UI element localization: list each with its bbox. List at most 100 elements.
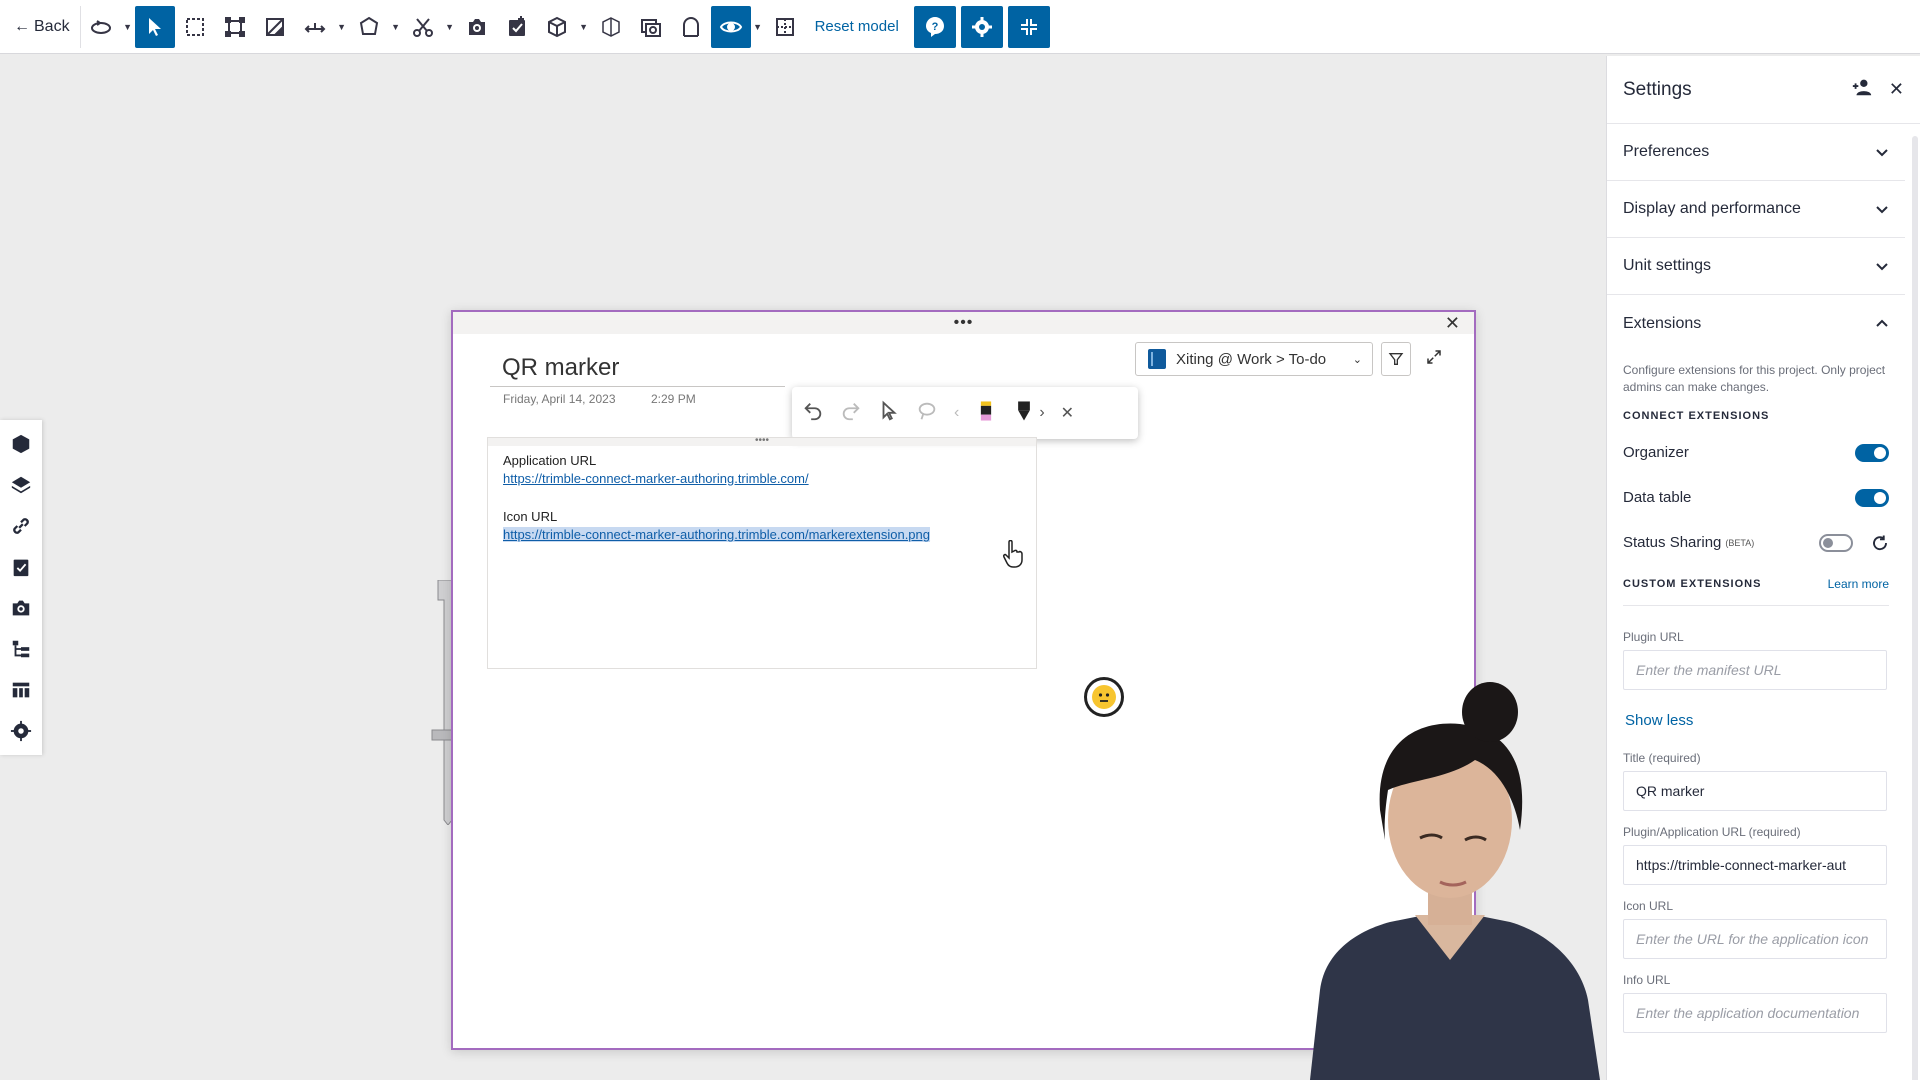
- settings-scrollbar[interactable]: [1912, 136, 1918, 1080]
- learn-more-link[interactable]: Learn more: [1828, 577, 1889, 591]
- layers-icon[interactable]: [7, 471, 35, 499]
- section-box-icon[interactable]: [215, 6, 255, 48]
- chevron-right-icon[interactable]: ›: [1039, 404, 1044, 422]
- app-url-label: Application URL: [503, 453, 597, 468]
- collapse-icon[interactable]: [1007, 5, 1050, 48]
- icon-url-label: Icon URL: [503, 509, 558, 524]
- title-divider: [490, 386, 785, 387]
- arrow-left-icon: ←: [14, 17, 30, 35]
- measure-dropdown-icon[interactable]: ▼: [335, 6, 349, 48]
- plugin-url-label: Plugin URL: [1623, 630, 1684, 644]
- note-date: Friday, April 14, 2023: [503, 392, 616, 406]
- left-sidebar: [0, 420, 42, 755]
- extensions-description: Configure extensions for this project. O…: [1623, 363, 1886, 394]
- visibility-button[interactable]: [710, 5, 751, 48]
- arch-icon[interactable]: [671, 6, 711, 48]
- drag-handle-icon[interactable]: •••: [954, 315, 974, 331]
- scissors-dropdown-icon[interactable]: ▼: [443, 6, 457, 48]
- ink-toolbar: ‹ › ✕: [792, 387, 1138, 439]
- filter-icon: [1388, 353, 1404, 365]
- notebook-selector[interactable]: Xiting @ Work > To-do ⌄: [1135, 342, 1373, 376]
- share-users-icon[interactable]: [1851, 76, 1873, 103]
- refresh-icon[interactable]: [1871, 534, 1889, 552]
- link-icon[interactable]: [7, 512, 35, 540]
- note-title[interactable]: QR marker: [502, 354, 619, 382]
- accordion-preferences[interactable]: Preferences: [1607, 124, 1905, 181]
- highlighter-icon[interactable]: [975, 400, 997, 427]
- chevron-left-icon[interactable]: ‹: [954, 404, 959, 422]
- plugin-url-input[interactable]: Enter the manifest URL: [1623, 650, 1887, 690]
- camera-icon[interactable]: [457, 6, 497, 48]
- pointer-icon[interactable]: [878, 400, 900, 427]
- markup-shape-icon[interactable]: [349, 6, 389, 48]
- settings-title: Settings: [1623, 78, 1692, 100]
- undo-icon[interactable]: [802, 400, 824, 427]
- app-url-input[interactable]: https://trimble-connect-marker-aut: [1623, 845, 1887, 885]
- chevron-down-icon: [1876, 263, 1888, 271]
- data-table-toggle[interactable]: [1855, 488, 1889, 507]
- app-url-link[interactable]: https://trimble-connect-marker-authoring…: [503, 471, 809, 486]
- title-input[interactable]: QR marker: [1623, 771, 1887, 811]
- divider: [1623, 605, 1889, 606]
- units-label: Unit settings: [1623, 257, 1712, 274]
- icon-url-input[interactable]: Enter the URL for the application icon: [1623, 919, 1887, 959]
- box-select-icon[interactable]: [175, 6, 215, 48]
- help-button[interactable]: ?: [913, 5, 956, 48]
- measure-icon[interactable]: [295, 6, 335, 48]
- notebook-label: Xiting @ Work > To-do: [1176, 350, 1327, 368]
- content-grip[interactable]: ••••: [488, 436, 1036, 446]
- data-table-label: Data table: [1623, 489, 1692, 506]
- expand-icon[interactable]: [1425, 348, 1443, 371]
- custom-extensions-heading: CUSTOM EXTENSIONS Learn more: [1607, 569, 1905, 599]
- preferences-label: Preferences: [1623, 143, 1710, 160]
- reset-model-button[interactable]: Reset model: [805, 18, 909, 35]
- orbit-tool-icon[interactable]: [81, 6, 121, 48]
- extensions-label: Extensions: [1623, 314, 1702, 332]
- redo-icon[interactable]: [840, 400, 862, 427]
- chevron-down-icon: [1876, 206, 1888, 214]
- visibility-dropdown-icon[interactable]: ▼: [751, 6, 765, 48]
- presenter-video: [1310, 682, 1600, 1080]
- cube-dropdown-icon[interactable]: ▼: [577, 6, 591, 48]
- note-content-box[interactable]: •••• Application URL https://trimble-con…: [487, 436, 1037, 669]
- back-button[interactable]: ← Back: [6, 5, 81, 48]
- orbit-dropdown-icon[interactable]: ▼: [121, 6, 135, 48]
- close-icon[interactable]: ✕: [1445, 313, 1460, 334]
- accordion-display-performance[interactable]: Display and performance: [1607, 181, 1905, 238]
- status-sharing-toggle[interactable]: [1819, 533, 1853, 552]
- data-table-row: Data table: [1607, 475, 1905, 520]
- section-plane-icon[interactable]: [255, 6, 295, 48]
- emoji-reaction-icon[interactable]: [1084, 677, 1124, 717]
- tree-structure-icon[interactable]: [7, 635, 35, 663]
- settings-gear-button[interactable]: [960, 5, 1003, 48]
- cube-icon[interactable]: [537, 6, 577, 48]
- note-window-titlebar[interactable]: ••• ✕: [453, 312, 1474, 334]
- clash-icon[interactable]: [631, 6, 671, 48]
- filter-button[interactable]: [1381, 342, 1411, 376]
- accordion-unit-settings[interactable]: Unit settings: [1607, 238, 1905, 295]
- connect-heading-text: CONNECT EXTENSIONS: [1623, 410, 1770, 422]
- checker-icon[interactable]: [765, 6, 805, 48]
- icon-url-link[interactable]: https://trimble-connect-marker-authoring…: [503, 527, 931, 542]
- models-cube-icon[interactable]: [7, 430, 35, 458]
- close-ink-icon[interactable]: ✕: [1061, 403, 1074, 423]
- ghost-model-icon[interactable]: [591, 6, 631, 48]
- add-todo-icon[interactable]: [497, 6, 537, 48]
- show-less-link[interactable]: Show less: [1607, 712, 1920, 729]
- accordion-extensions[interactable]: Extensions: [1607, 295, 1905, 352]
- chevron-down-icon: [1876, 149, 1888, 157]
- extension-gear-icon[interactable]: [7, 717, 35, 745]
- close-settings-icon[interactable]: ✕: [1889, 79, 1904, 100]
- todo-icon[interactable]: [7, 553, 35, 581]
- select-tool-button[interactable]: [134, 5, 175, 48]
- icon-url-field-label: Icon URL: [1623, 899, 1674, 913]
- info-url-input[interactable]: Enter the application documentation: [1623, 993, 1887, 1033]
- pen-icon[interactable]: [1013, 400, 1035, 427]
- views-camera-icon[interactable]: [7, 594, 35, 622]
- organizer-toggle[interactable]: [1855, 443, 1889, 462]
- data-table-icon[interactable]: [7, 676, 35, 704]
- lasso-icon[interactable]: [916, 400, 938, 427]
- beta-badge: (BETA): [1725, 537, 1755, 548]
- markup-dropdown-icon[interactable]: ▼: [389, 6, 403, 48]
- scissors-icon[interactable]: [403, 6, 443, 48]
